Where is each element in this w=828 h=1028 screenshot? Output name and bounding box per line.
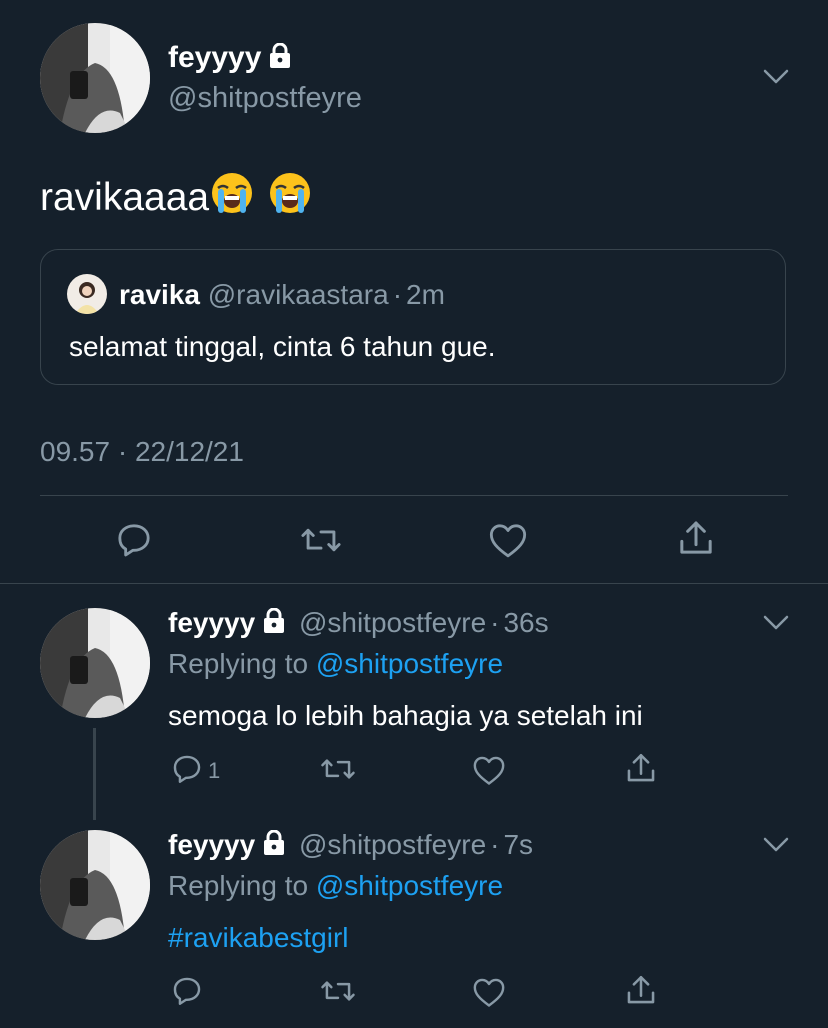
display-name: ravika — [119, 279, 200, 310]
separator: · — [490, 829, 500, 860]
timestamp: 2m — [406, 279, 445, 310]
replying-to-label: Replying to — [168, 648, 309, 679]
like-icon[interactable] — [488, 521, 528, 559]
tweet-text: semoga lo lebih bahagia ya setelah ini — [168, 700, 643, 731]
chevron-down-icon[interactable] — [763, 836, 789, 859]
separator: · — [490, 607, 500, 638]
divider — [40, 495, 788, 496]
loudly-crying-face-emoji — [267, 170, 313, 230]
reply-icon[interactable] — [170, 974, 204, 1008]
like-icon[interactable] — [472, 976, 506, 1008]
handle[interactable]: @shitpostfeyre — [299, 829, 486, 860]
share-icon[interactable] — [676, 518, 716, 558]
handle: @ravikaastara — [207, 279, 389, 310]
lock-icon — [263, 607, 285, 643]
display-name[interactable]: feyyyy — [168, 829, 255, 860]
tweet-timestamp[interactable]: 09.57 · 22/12/21 — [40, 434, 244, 470]
loudly-crying-face-emoji — [209, 170, 255, 230]
avatar[interactable] — [40, 608, 150, 718]
chevron-down-icon[interactable] — [763, 68, 789, 91]
reply-icon[interactable] — [114, 520, 154, 560]
avatar[interactable] — [40, 830, 150, 940]
display-name[interactable]: feyyyy — [168, 607, 255, 638]
quoted-tweet-text: selamat tinggal, cinta 6 tahun gue. — [69, 331, 496, 362]
share-icon[interactable] — [624, 751, 658, 785]
handle[interactable]: @shitpostfeyre — [299, 607, 486, 638]
handle[interactable]: @shitpostfeyre — [168, 80, 362, 116]
replying-to-handle[interactable]: @shitpostfeyre — [316, 870, 503, 901]
display-name[interactable]: feyyyy — [168, 41, 261, 74]
share-icon[interactable] — [624, 973, 658, 1007]
avatar — [67, 274, 107, 314]
timestamp[interactable]: 7s — [503, 829, 533, 860]
retweet-icon[interactable] — [300, 520, 342, 560]
reply-icon[interactable] — [170, 752, 204, 786]
lock-icon — [263, 829, 285, 865]
retweet-icon[interactable] — [320, 974, 356, 1008]
replying-to-handle[interactable]: @shitpostfeyre — [316, 648, 503, 679]
chevron-down-icon[interactable] — [763, 614, 789, 637]
hashtag-link[interactable]: #ravikabestgirl — [168, 920, 349, 956]
replying-to-label: Replying to — [168, 870, 309, 901]
timestamp[interactable]: 36s — [503, 607, 548, 638]
reply-count: 1 — [208, 758, 221, 783]
avatar[interactable] — [40, 23, 150, 133]
retweet-icon[interactable] — [320, 752, 356, 786]
tweet-text: ravikaaaa — [40, 176, 210, 219]
quoted-tweet-card[interactable]: ravika @ravikaastara · 2m selamat tinggal,… — [40, 249, 786, 385]
lock-icon — [269, 42, 291, 78]
divider — [0, 583, 828, 584]
separator: · — [392, 279, 403, 310]
thread-line — [93, 728, 96, 820]
like-icon[interactable] — [472, 754, 506, 786]
